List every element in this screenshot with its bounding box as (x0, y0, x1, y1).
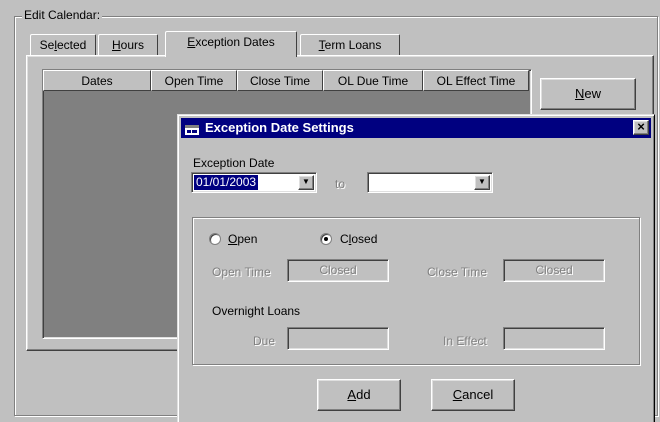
exception-date-label: Exception Date (193, 156, 275, 170)
dialog-title-bar[interactable]: Exception Date Settings × (181, 118, 651, 138)
grid-header-open-time[interactable]: Open Time (151, 70, 237, 91)
cancel-button-label: Cancel (452, 387, 494, 402)
grid-header-ol-effect-time[interactable]: OL Effect Time (423, 70, 529, 91)
tab-selected-label: Selected (39, 38, 87, 52)
tab-term-loans-label: Term Loans (318, 38, 382, 52)
grid-header-ol-due-time[interactable]: OL Due Time (323, 70, 423, 91)
app-icon (185, 122, 199, 135)
add-button[interactable]: Add (317, 379, 401, 411)
to-label: to (335, 177, 346, 191)
in-effect-field[interactable] (503, 327, 605, 350)
chevron-down-icon[interactable]: ▼ (298, 175, 314, 190)
close-time-label: Close Time (427, 265, 488, 279)
chevron-down-icon[interactable]: ▼ (474, 175, 490, 190)
exception-date-from-combo[interactable]: 01/01/2003 ▼ (191, 172, 317, 193)
tab-exception-dates[interactable]: Exception Dates (165, 31, 297, 57)
overnight-loans-label: Overnight Loans (212, 304, 301, 318)
open-radio-label[interactable]: Open (228, 232, 257, 246)
tab-selected[interactable]: Selected (30, 34, 96, 55)
dialog-title: Exception Date Settings (205, 120, 354, 135)
in-effect-label: In Effect (443, 334, 487, 348)
open-time-label: Open Time (212, 265, 271, 279)
tab-exception-dates-label: Exception Dates (187, 35, 275, 49)
tab-hours-label: Hours (111, 38, 144, 52)
add-button-label: Add (347, 387, 371, 402)
closed-radio-label[interactable]: Closed (340, 232, 377, 246)
exception-date-to-combo[interactable]: ▼ (367, 172, 493, 193)
grid-header-close-time[interactable]: Close Time (237, 70, 323, 91)
tab-hours[interactable]: Hours (98, 34, 158, 55)
radio-selected-dot (324, 237, 328, 241)
tab-term-loans[interactable]: Term Loans (300, 34, 400, 55)
new-button-label: New (574, 86, 601, 101)
edit-calendar-label: Edit Calendar: (22, 8, 103, 22)
close-time-field[interactable]: Closed (503, 259, 605, 282)
grid-header-dates[interactable]: Dates (43, 70, 151, 91)
exception-date-settings-dialog: Exception Date Settings × Exception Date… (177, 114, 655, 422)
open-time-field[interactable]: Closed (287, 259, 389, 282)
new-button[interactable]: New (540, 78, 636, 110)
cancel-button[interactable]: Cancel (431, 379, 515, 411)
due-label: Due (253, 334, 276, 348)
closed-radio[interactable] (320, 233, 332, 245)
exception-date-from-value: 01/01/2003 (194, 175, 259, 190)
close-icon[interactable]: × (633, 120, 649, 135)
due-field[interactable] (287, 327, 389, 350)
open-radio[interactable] (209, 233, 221, 245)
